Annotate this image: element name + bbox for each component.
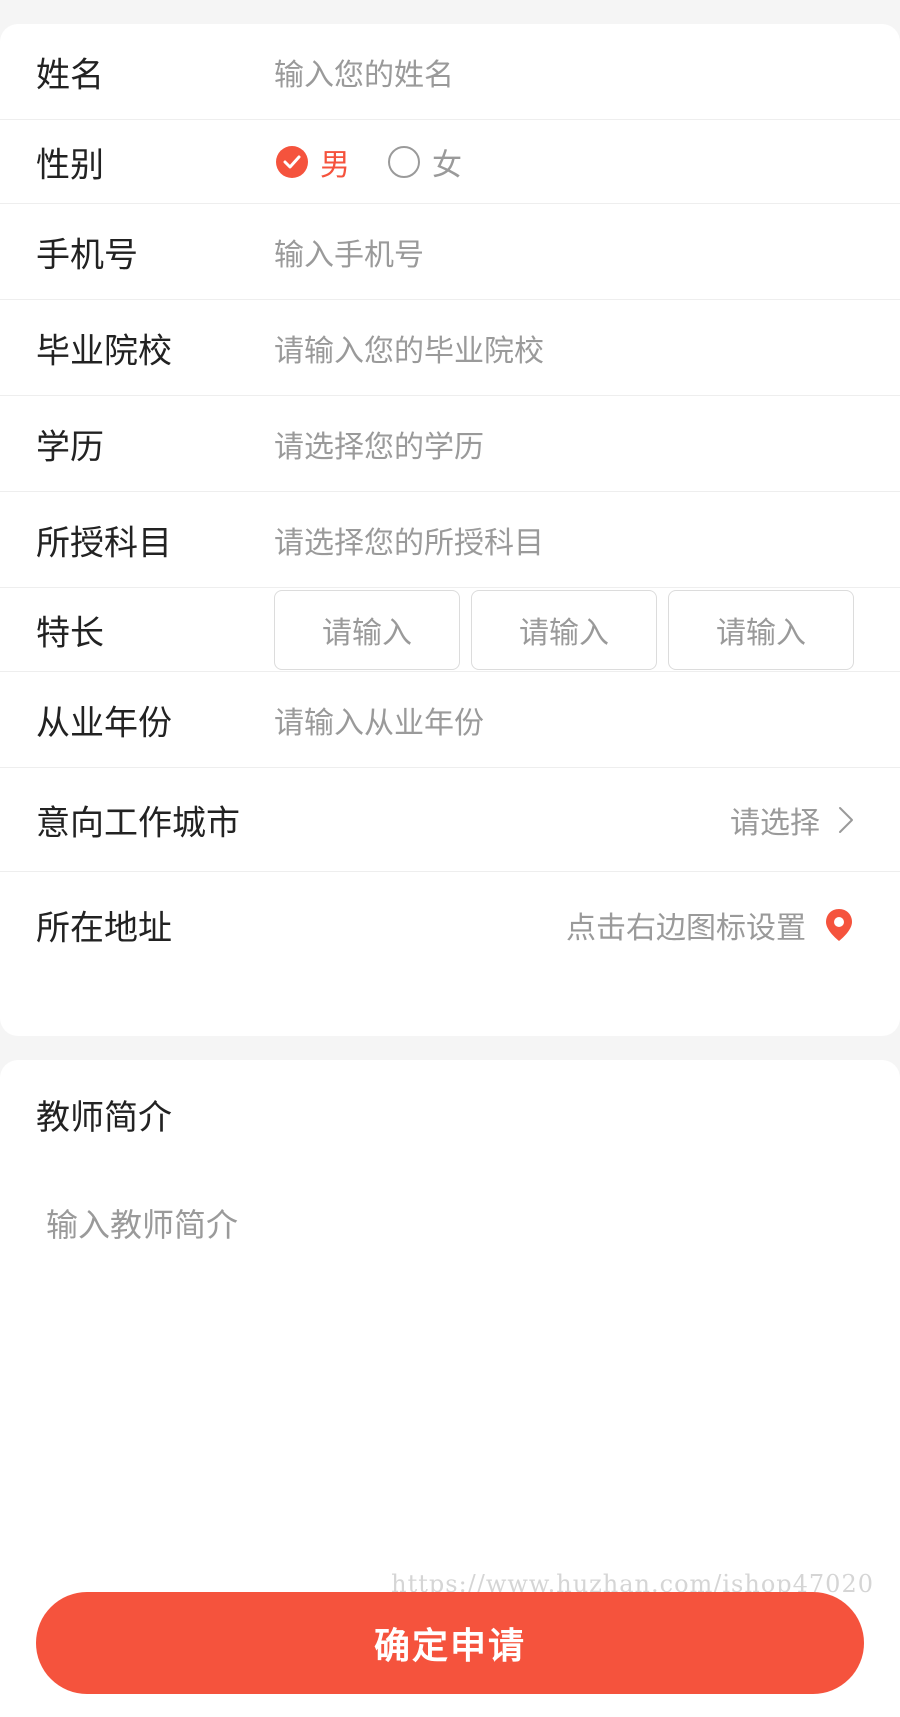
radio-empty-icon: [388, 145, 420, 178]
name-row: 姓名 输入您的姓名: [0, 24, 900, 120]
address-hint: 点击右边图标设置: [566, 911, 806, 946]
city-label: 意向工作城市: [36, 803, 240, 843]
education-row: 学历 请选择您的学历: [0, 396, 900, 492]
education-select[interactable]: 请选择您的学历: [274, 422, 864, 466]
specialty-input-3[interactable]: 请输入: [668, 590, 854, 670]
name-input[interactable]: 输入您的姓名: [274, 50, 864, 94]
city-select[interactable]: 请选择: [730, 798, 854, 842]
location-pin-icon[interactable]: [824, 908, 854, 942]
intro-textarea[interactable]: 输入教师简介: [46, 1200, 238, 1246]
phone-input[interactable]: 输入手机号: [274, 230, 864, 274]
gender-option-male-label: 男: [320, 147, 350, 183]
subject-select[interactable]: 请选择您的所授科目: [274, 518, 864, 562]
subject-label: 所授科目: [36, 523, 172, 563]
gender-row: 性别 男 女: [0, 120, 900, 204]
subject-row: 所授科目 请选择您的所授科目: [0, 492, 900, 588]
city-row[interactable]: 意向工作城市 请选择: [0, 768, 900, 872]
school-label: 毕业院校: [36, 331, 172, 371]
school-input[interactable]: 请输入您的毕业院校: [274, 326, 864, 370]
application-page: 姓名 输入您的姓名 性别 男 女 手机号 输入手机号 毕业院校 请输入您的毕业院…: [0, 0, 900, 1717]
specialty-input-1[interactable]: 请输入: [274, 590, 460, 670]
address-row: 所在地址 点击右边图标设置: [0, 872, 900, 978]
years-label: 从业年份: [36, 703, 172, 743]
application-form: 姓名 输入您的姓名 性别 男 女 手机号 输入手机号 毕业院校 请输入您的毕业院…: [0, 24, 900, 1036]
check-circle-icon: [276, 145, 308, 178]
chevron-right-icon: [838, 806, 854, 834]
school-row: 毕业院校 请输入您的毕业院校: [0, 300, 900, 396]
education-label: 学历: [36, 427, 104, 467]
phone-row: 手机号 输入手机号: [0, 204, 900, 300]
gender-option-male[interactable]: 男: [276, 140, 350, 184]
specialty-input-2[interactable]: 请输入: [471, 590, 657, 670]
years-input[interactable]: 请输入从业年份: [274, 698, 864, 742]
specialty-label: 特长: [36, 613, 104, 653]
gender-radio-group: 男 女: [276, 140, 500, 184]
years-row: 从业年份 请输入从业年份: [0, 672, 900, 768]
phone-label: 手机号: [36, 235, 138, 275]
address-label: 所在地址: [36, 908, 172, 949]
gender-option-female[interactable]: 女: [388, 140, 462, 184]
name-label: 姓名: [36, 55, 104, 95]
submit-button[interactable]: 确定申请: [36, 1592, 864, 1694]
intro-label: 教师简介: [36, 1098, 172, 1138]
address-setter: 点击右边图标设置: [566, 903, 854, 947]
gender-option-female-label: 女: [432, 147, 462, 183]
specialty-row: 特长 请输入 请输入 请输入: [0, 588, 900, 672]
gender-label: 性别: [36, 145, 104, 185]
city-select-value: 请选择: [730, 805, 820, 841]
